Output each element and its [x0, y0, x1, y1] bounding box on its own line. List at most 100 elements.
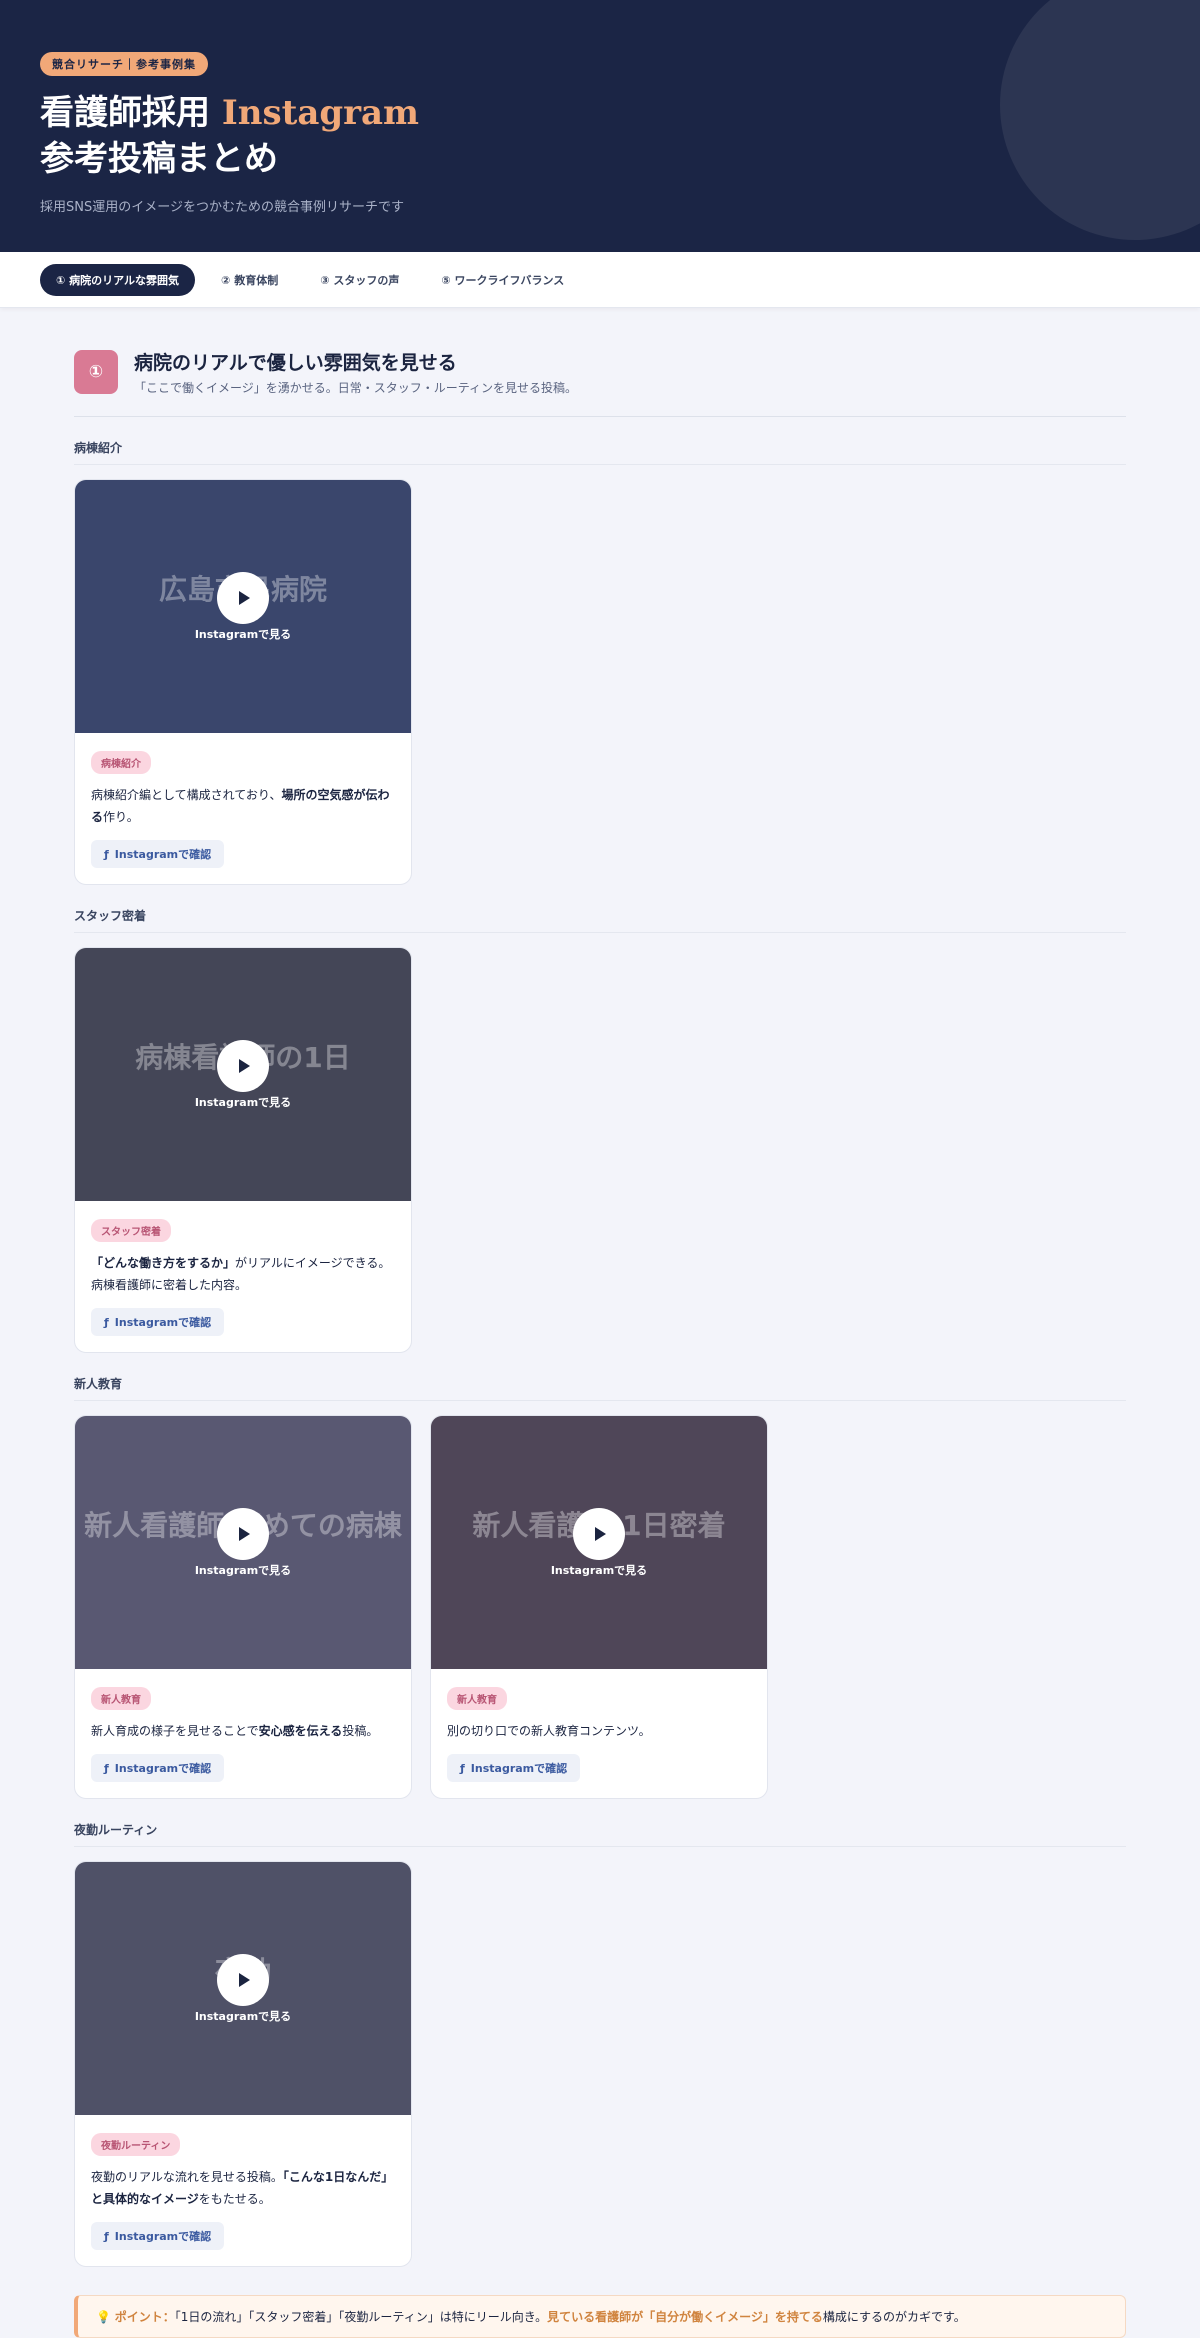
- instagram-confirm-button[interactable]: ƒ Instagramで確認: [91, 2222, 225, 2250]
- category-tag: 新人教育: [447, 1687, 507, 1710]
- card-row: 広島市民病院 Instagramで見る 病棟紹介 病棟紹介編として構成されており…: [74, 479, 1126, 885]
- post-card: 病棟看護師の1日 Instagramで見る スタッフ密着 「どんな働き方をするか…: [74, 947, 412, 1353]
- video-thumbnail[interactable]: 新人看護師 初めての病棟 Instagramで見る: [75, 1416, 411, 1669]
- play-icon: [239, 1972, 250, 1987]
- header: 競合リサーチ｜参考事例集 看護師採用 Instagram 参考投稿まとめ 採用S…: [0, 0, 1200, 252]
- section-header: ① 病院のリアルで優しい雰囲気を見せる 「ここで働くイメージ」を湧かせる。日常・…: [74, 348, 1126, 417]
- category-tag: 夜勤ルーティン: [91, 2133, 181, 2156]
- group-label: スタッフ密着: [74, 907, 1126, 933]
- title-accent: Instagram: [221, 93, 420, 133]
- card-description: 病棟紹介編として構成されており、場所の空気感が伝わる作り。: [91, 784, 395, 828]
- text-pre: 夜勤のリアルな流れを見せる投稿。: [91, 2170, 283, 2184]
- instagram-icon: ƒ: [104, 847, 109, 861]
- play-label: Instagramで見る: [194, 2009, 292, 2023]
- post-groups: 病棟紹介 広島市民病院 Instagramで見る 病棟紹介 病棟紹介編として構成…: [74, 439, 1126, 2267]
- point-text1: 「1日の流れ」「スタッフ密着」「夜勤ルーティン」は特にリール向き。: [174, 2310, 548, 2324]
- instagram-button-label: Instagramで確認: [470, 1762, 568, 1775]
- text-bold: 「どんな働き方をするか」: [91, 1256, 236, 1270]
- text-pre: 新人育成の様子を見せることで: [91, 1724, 259, 1738]
- play-control[interactable]: Instagramで見る: [550, 1507, 648, 1578]
- point-label: ポイント：: [114, 2310, 175, 2324]
- play-button[interactable]: [217, 1953, 269, 2006]
- instagram-button-label: Instagramで確認: [114, 1316, 212, 1329]
- play-label: Instagramで見る: [194, 1095, 292, 1109]
- post-card: 夜勤 Instagramで見る 夜勤ルーティン 夜勤のリアルな流れを見せる投稿。…: [74, 1861, 412, 2267]
- instagram-button-label: Instagramで確認: [114, 1762, 212, 1775]
- text-pre: 別の切り口での新人教育コンテンツ。: [447, 1724, 651, 1738]
- text-post: 作り。: [103, 810, 139, 824]
- play-button[interactable]: [573, 1507, 625, 1560]
- play-button[interactable]: [217, 571, 269, 624]
- card-description: 「どんな働き方をするか」がリアルにイメージできる。病棟看護師に密着した内容。: [91, 1252, 395, 1296]
- play-icon: [239, 1058, 250, 1073]
- group-label: 病棟紹介: [74, 439, 1126, 465]
- post-card: 新人看護師 1日密着 Instagramで見る 新人教育 別の切り口での新人教育…: [430, 1415, 768, 1799]
- tab-atmosphere[interactable]: ① 病院のリアルな雰囲気: [40, 263, 196, 296]
- tab-education[interactable]: ② 教育体制: [205, 264, 294, 296]
- main-content: ① 病院のリアルで優しい雰囲気を見せる 「ここで働くイメージ」を湧かせる。日常・…: [0, 308, 1200, 2338]
- section-description: 「ここで働くイメージ」を湧かせる。日常・スタッフ・ルーティンを見せる投稿。: [134, 381, 578, 395]
- tab-bar: ① 病院のリアルな雰囲気 ② 教育体制 ③ スタッフの声 ⑤ ワークライフバラン…: [0, 252, 1200, 308]
- lightbulb-icon: 💡: [96, 2310, 111, 2324]
- play-control[interactable]: Instagramで見る: [194, 1953, 292, 2024]
- group-label: 新人教育: [74, 1375, 1126, 1401]
- instagram-confirm-button[interactable]: ƒ Instagramで確認: [91, 1754, 225, 1782]
- play-button[interactable]: [217, 1039, 269, 1092]
- point-callout: 💡 ポイント：「1日の流れ」「スタッフ密着」「夜勤ルーティン」は特にリール向き。…: [74, 2295, 1126, 2338]
- instagram-confirm-button[interactable]: ƒ Instagramで確認: [447, 1754, 581, 1782]
- video-thumbnail[interactable]: 新人看護師 1日密着 Instagramで見る: [431, 1416, 767, 1669]
- instagram-button-label: Instagramで確認: [114, 2230, 212, 2243]
- category-tag: 病棟紹介: [91, 751, 151, 774]
- play-icon: [239, 590, 250, 605]
- video-thumbnail[interactable]: 夜勤 Instagramで見る: [75, 1862, 411, 2115]
- instagram-icon: ƒ: [104, 2229, 109, 2243]
- title-line2: 参考投稿まとめ: [40, 139, 278, 179]
- section-title: 病院のリアルで優しい雰囲気を見せる: [134, 352, 457, 374]
- play-control[interactable]: Instagramで見る: [194, 1039, 292, 1110]
- card-body: 夜勤ルーティン 夜勤のリアルな流れを見せる投稿。「こんな1日なんだ」と具体的なイ…: [75, 2115, 411, 2266]
- instagram-icon: ƒ: [104, 1315, 109, 1329]
- text-bold: 安心感を伝える: [258, 1724, 343, 1738]
- card-body: スタッフ密着 「どんな働き方をするか」がリアルにイメージできる。病棟看護師に密着…: [75, 1201, 411, 1352]
- text-post: 投稿。: [342, 1724, 379, 1738]
- card-row: 病棟看護師の1日 Instagramで見る スタッフ密着 「どんな働き方をするか…: [74, 947, 1126, 1353]
- instagram-confirm-button[interactable]: ƒ Instagramで確認: [91, 840, 225, 868]
- card-body: 新人教育 新人育成の様子を見せることで安心感を伝える投稿。 ƒ Instagram…: [75, 1669, 411, 1798]
- category-tag: 新人教育: [91, 1687, 151, 1710]
- card-row: 夜勤 Instagramで見る 夜勤ルーティン 夜勤のリアルな流れを見せる投稿。…: [74, 1861, 1126, 2267]
- card-description: 新人育成の様子を見せることで安心感を伝える投稿。: [91, 1720, 395, 1742]
- video-thumbnail[interactable]: 広島市民病院 Instagramで見る: [75, 480, 411, 733]
- text-post: をもたせる。: [198, 2192, 271, 2206]
- header-tag: 競合リサーチ｜参考事例集: [40, 52, 208, 76]
- card-description: 別の切り口での新人教育コンテンツ。: [447, 1720, 751, 1742]
- play-button[interactable]: [217, 1507, 269, 1560]
- card-description: 夜勤のリアルな流れを見せる投稿。「こんな1日なんだ」と具体的なイメージをもたせる…: [91, 2166, 395, 2210]
- tab-work-life-balance[interactable]: ⑤ ワークライフバランス: [425, 264, 580, 296]
- play-control[interactable]: Instagramで見る: [194, 1507, 292, 1578]
- instagram-confirm-button[interactable]: ƒ Instagramで確認: [91, 1308, 225, 1336]
- card-row: 新人看護師 初めての病棟 Instagramで見る 新人教育 新人育成の様子を見…: [74, 1415, 1126, 1799]
- card-body: 病棟紹介 病棟紹介編として構成されており、場所の空気感が伝わる作り。 ƒ Inst…: [75, 733, 411, 884]
- instagram-icon: ƒ: [104, 1761, 109, 1775]
- card-body: 新人教育 別の切り口での新人教育コンテンツ。 ƒ Instagramで確認: [431, 1669, 767, 1798]
- point-highlight: 見ている看護師が「自分が働くイメージ」を持てる: [547, 2310, 823, 2324]
- title-line1: 看護師採用: [40, 93, 222, 133]
- play-label: Instagramで見る: [194, 627, 292, 641]
- group-label: 夜勤ルーティン: [74, 1821, 1126, 1847]
- page-subtitle: 採用SNS運用のイメージをつかむための競合事例リサーチです: [40, 200, 404, 215]
- section-number: ①: [74, 350, 118, 394]
- category-tag: スタッフ密着: [91, 1219, 171, 1242]
- post-card: 新人看護師 初めての病棟 Instagramで見る 新人教育 新人育成の様子を見…: [74, 1415, 412, 1799]
- page-title: 看護師採用 Instagram 参考投稿まとめ: [40, 90, 1160, 182]
- point-text2: 構成にするのがカギです。: [822, 2310, 966, 2324]
- play-label: Instagramで見る: [550, 1563, 648, 1577]
- play-control[interactable]: Instagramで見る: [194, 571, 292, 642]
- post-card: 広島市民病院 Instagramで見る 病棟紹介 病棟紹介編として構成されており…: [74, 479, 412, 885]
- play-icon: [239, 1526, 250, 1541]
- text-pre: 病棟紹介編として構成されており、: [91, 788, 282, 802]
- video-thumbnail[interactable]: 病棟看護師の1日 Instagramで見る: [75, 948, 411, 1201]
- tab-staff-voice[interactable]: ③ スタッフの声: [304, 264, 415, 296]
- play-icon: [595, 1526, 606, 1541]
- instagram-icon: ƒ: [460, 1761, 465, 1775]
- play-label: Instagramで見る: [194, 1563, 292, 1577]
